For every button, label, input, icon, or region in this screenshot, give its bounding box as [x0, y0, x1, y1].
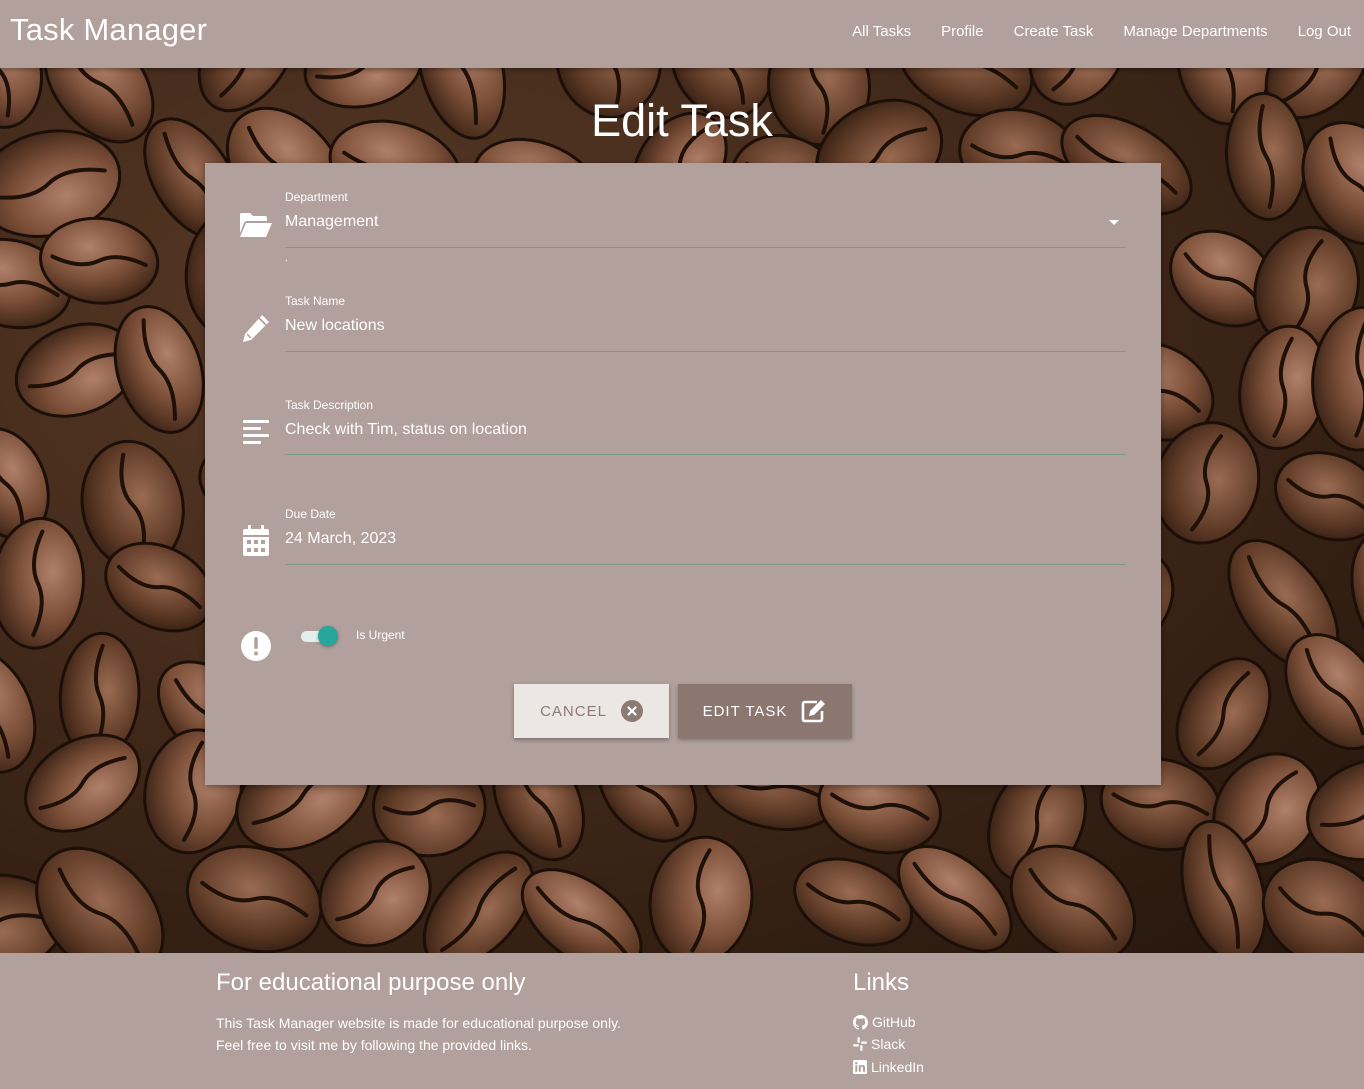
nav-profile[interactable]: Profile	[924, 23, 997, 40]
due-date-input[interactable]: 24 March, 2023	[285, 530, 1125, 548]
edit-task-button[interactable]: EDIT TASK	[678, 684, 852, 738]
folder-open-icon	[239, 208, 273, 242]
coffee-bean	[0, 516, 85, 650]
edit-task-label: EDIT TASK	[702, 702, 788, 720]
department-underline	[285, 247, 1125, 248]
footer-link-slack[interactable]: Slack	[853, 1036, 905, 1052]
github-link-label[interactable]: GitHub	[872, 1014, 916, 1030]
cancel-label: CANCEL	[540, 702, 607, 720]
due-date-label: Due Date	[285, 507, 336, 521]
exclamation-circle-icon	[239, 629, 273, 663]
footer-link-linkedin[interactable]: LinkedIn	[853, 1059, 924, 1075]
linkedin-icon	[853, 1060, 867, 1074]
coffee-bean	[1274, 451, 1364, 542]
navbar: Task Manager All Tasks Profile Create Ta…	[0, 0, 1364, 68]
nav-manage-departments[interactable]: Manage Departments	[1106, 23, 1280, 40]
github-icon	[853, 1014, 868, 1030]
nav-log-out[interactable]: Log Out	[1281, 23, 1364, 40]
nav-all-tasks[interactable]: All Tasks	[835, 23, 924, 40]
pencil-icon	[239, 311, 273, 345]
task-description-underline	[285, 454, 1125, 455]
footer-link-github[interactable]: GitHub	[853, 1014, 916, 1030]
task-name-input[interactable]: New locations	[285, 317, 1125, 335]
edit-task-form: Department Management . Task Name New lo…	[205, 163, 1161, 785]
coffee-bean	[648, 835, 754, 953]
due-date-underline	[285, 564, 1125, 565]
task-name-underline	[285, 351, 1125, 352]
department-value[interactable]: Management	[285, 213, 1125, 231]
task-name-label: Task Name	[285, 294, 346, 308]
task-description-input[interactable]: Check with Tim, status on location	[285, 421, 1125, 439]
brand-logo[interactable]: Task Manager	[10, 12, 207, 48]
times-circle-icon	[620, 700, 643, 722]
nav-links: All Tasks Profile Create Task Manage Dep…	[835, 0, 1364, 62]
slack-icon	[853, 1037, 867, 1051]
edit-icon	[801, 699, 827, 723]
due-date-field[interactable]: Due Date 24 March, 2023	[285, 507, 1125, 565]
toggle-thumb[interactable]	[318, 626, 338, 646]
footer-links-title: Links	[853, 969, 910, 996]
footer-about-title: For educational purpose only	[216, 969, 526, 996]
department-label: Department	[285, 190, 348, 204]
footer-about-line2: Feel free to visit me by following the p…	[216, 1037, 532, 1053]
linkedin-link-label[interactable]: LinkedIn	[871, 1059, 924, 1075]
is-urgent-toggle[interactable]	[301, 626, 339, 646]
align-left-icon	[239, 415, 273, 449]
hero-section: Edit Task Department Management . Task N…	[0, 68, 1364, 953]
task-description-field[interactable]: Task Description Check with Tim, status …	[285, 398, 1125, 455]
cancel-button[interactable]: CANCEL	[514, 684, 669, 738]
is-urgent-label: Is Urgent	[356, 628, 405, 642]
department-select[interactable]: Department Management	[285, 190, 1125, 248]
chevron-down-icon[interactable]	[1109, 220, 1119, 225]
nav-create-task[interactable]: Create Task	[997, 23, 1107, 40]
task-name-field[interactable]: Task Name New locations	[285, 294, 1125, 352]
slack-link-label[interactable]: Slack	[871, 1036, 905, 1052]
footer: For educational purpose only This Task M…	[0, 953, 1364, 1089]
footer-about-line1: This Task Manager website is made for ed…	[216, 1015, 621, 1031]
placeholder-unused	[239, 696, 273, 730]
page-title: Edit Task	[591, 95, 773, 146]
department-hint: .	[285, 253, 288, 264]
task-description-label: Task Description	[285, 398, 374, 412]
calendar-icon	[239, 524, 273, 558]
